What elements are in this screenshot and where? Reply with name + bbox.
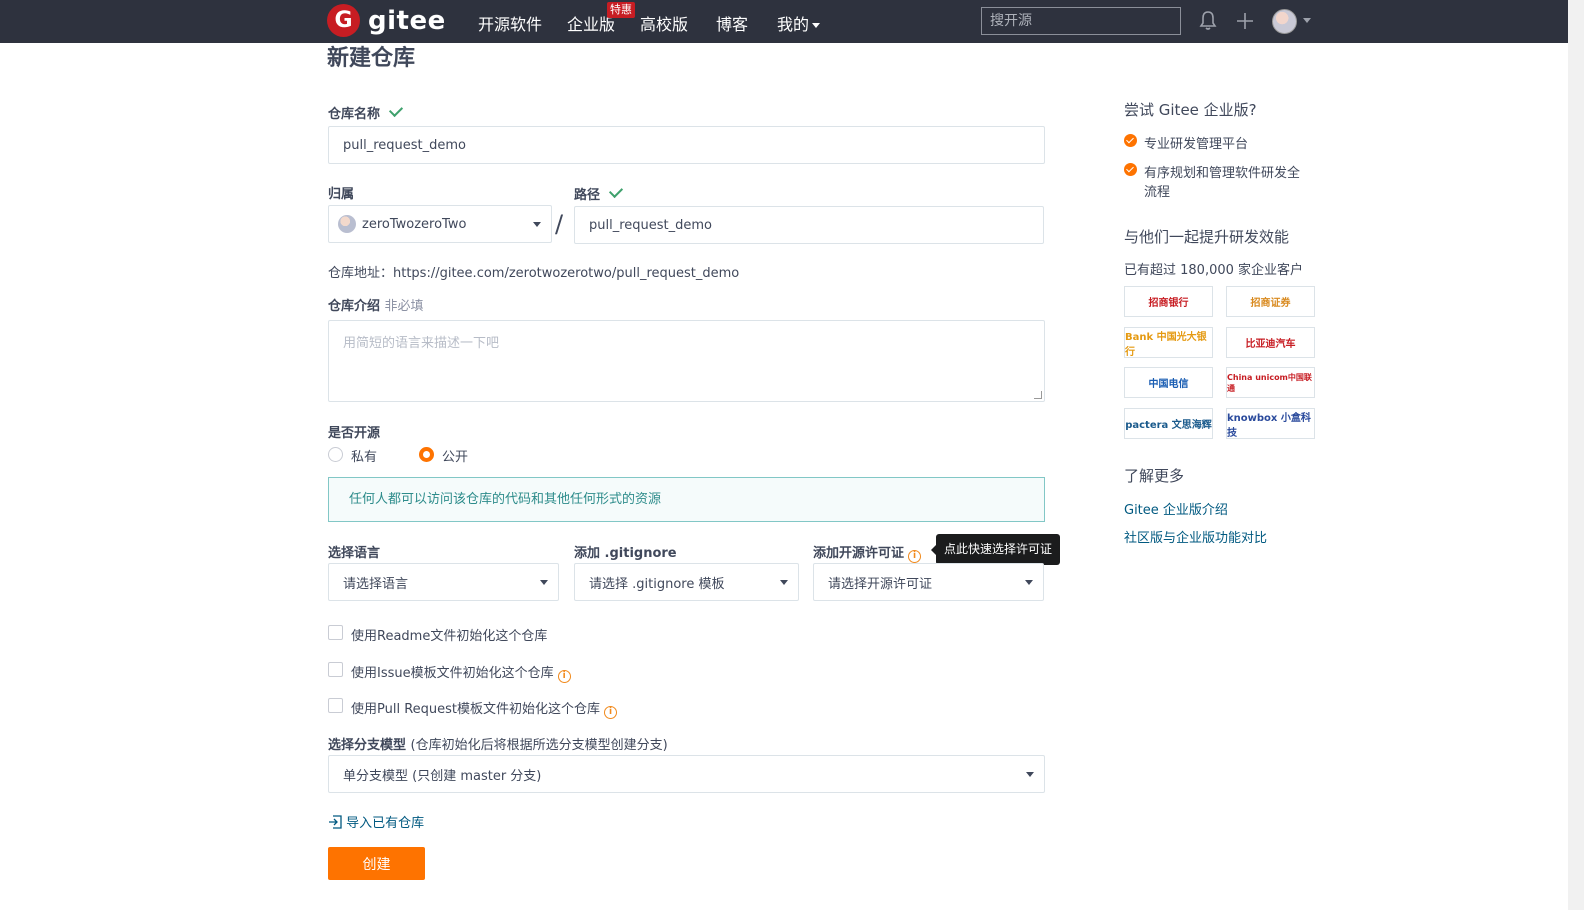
info-icon[interactable]: i <box>557 670 571 683</box>
import-link-text: 导入已有仓库 <box>346 816 425 831</box>
gitee-logo[interactable]: G gitee <box>327 4 446 37</box>
init-issue-checkbox[interactable] <box>328 662 343 677</box>
language-label: 选择语言 <box>328 546 381 561</box>
hot-badge: 特惠 <box>607 2 635 18</box>
info-icon[interactable]: i <box>908 550 922 563</box>
check-icon <box>608 183 624 199</box>
language-value: 请选择语言 <box>343 576 409 592</box>
chevron-down-icon <box>533 222 541 227</box>
avatar-chevron-icon[interactable] <box>1303 18 1311 23</box>
sidebar-more-title: 了解更多 <box>1124 467 1185 485</box>
radio-public-label[interactable]: 公开 <box>442 446 468 465</box>
chevron-down-icon <box>1025 580 1033 585</box>
create-button[interactable]: 创建 <box>328 847 425 880</box>
license-select[interactable]: 请选择开源许可证 <box>813 563 1044 601</box>
nav-education[interactable]: 高校版 <box>640 11 688 35</box>
branch-value: 单分支模型 (只创建 master 分支) <box>343 768 542 784</box>
check-circle-icon <box>1124 163 1137 176</box>
logo-cmb: 招商银行 <box>1124 286 1213 317</box>
bell-icon[interactable] <box>1199 10 1217 32</box>
owner-value: zeroTwozeroTwo <box>362 216 467 232</box>
init-pr-text: 使用Pull Request模板文件初始化这个仓库 <box>351 702 601 717</box>
desc-optional: 非必填 <box>384 299 424 314</box>
check-icon <box>388 102 404 118</box>
repo-name-label-text: 仓库名称 <box>328 107 381 122</box>
repo-name-input[interactable]: pull_request_demo <box>328 126 1045 164</box>
import-icon <box>329 815 342 829</box>
check-circle-icon <box>1124 134 1137 147</box>
radio-public[interactable] <box>419 447 434 462</box>
plus-icon[interactable] <box>1236 12 1254 30</box>
desc-placeholder: 用简短的语言来描述一下吧 <box>343 336 500 351</box>
sidebar-together-title: 与他们一起提升研发效能 <box>1124 228 1290 246</box>
gitignore-value: 请选择 .gitignore 模板 <box>589 576 725 592</box>
path-separator: / <box>555 210 564 238</box>
gitee-logo-icon: G <box>327 4 360 37</box>
chevron-down-icon <box>780 580 788 585</box>
page-title: 新建仓库 <box>327 46 416 71</box>
feature-1: 专业研发管理平台 <box>1144 137 1249 152</box>
branch-hint: (仓库初始化后将根据所选分支模型创建分支) <box>410 738 668 753</box>
branch-label: 选择分支模型 (仓库初始化后将根据所选分支模型创建分支) <box>328 734 668 753</box>
customer-count: 已有超过 180,000 家企业客户 <box>1124 263 1304 278</box>
owner-label: 归属 <box>328 187 355 202</box>
license-value: 请选择开源许可证 <box>828 576 933 592</box>
search-input[interactable]: 搜开源 <box>981 7 1181 35</box>
desc-label-text: 仓库介绍 <box>328 299 381 314</box>
top-nav: G gitee 开源软件 企业版 特惠 高校版 博客 我的 搜开源 <box>0 0 1568 43</box>
chevron-down-icon <box>812 23 821 28</box>
logo-knowbox: knowbox 小盒科技 <box>1226 408 1315 439</box>
path-label-text: 路径 <box>574 188 601 203</box>
chevron-down-icon <box>540 580 548 585</box>
visibility-label: 是否开源 <box>328 426 381 441</box>
license-label: 添加开源许可证 i <box>813 542 922 563</box>
feature-2: 有序规划和管理软件研发全 <box>1144 166 1301 181</box>
radio-private-label[interactable]: 私有 <box>351 446 377 465</box>
branch-model-select[interactable]: 单分支模型 (只创建 master 分支) <box>328 755 1045 793</box>
nav-blog[interactable]: 博客 <box>716 11 748 35</box>
gitignore-label: 添加 .gitignore <box>574 546 677 561</box>
init-readme-label[interactable]: 使用Readme文件初始化这个仓库 <box>351 625 547 644</box>
license-label-text: 添加开源许可证 <box>813 546 905 561</box>
chevron-down-icon <box>1026 772 1034 777</box>
description-textarea[interactable]: 用简短的语言来描述一下吧 <box>328 320 1045 402</box>
init-readme-checkbox[interactable] <box>328 625 343 640</box>
license-tooltip: 点此快速选择许可证 <box>930 534 1061 565</box>
logo-chinaunicom: China unicom中国联通 <box>1226 367 1315 398</box>
gitignore-select[interactable]: 请选择 .gitignore 模板 <box>574 563 799 601</box>
logo-byd: 比亚迪汽车 <box>1226 327 1315 358</box>
nav-mine-label: 我的 <box>777 15 810 34</box>
resize-handle-icon[interactable] <box>1034 391 1042 399</box>
avatar[interactable] <box>1272 9 1297 34</box>
logo-pactera: pactera 文思海辉 <box>1124 408 1213 439</box>
init-issue-label[interactable]: 使用Issue模板文件初始化这个仓库 i <box>351 662 571 683</box>
desc-label: 仓库介绍 非必填 <box>328 295 424 314</box>
info-icon[interactable]: i <box>604 706 618 719</box>
logo-ceb: Bank 中国光大银行 <box>1124 327 1213 358</box>
feature-2-cont: 流程 <box>1144 185 1171 200</box>
owner-avatar <box>338 215 356 233</box>
import-repo-link[interactable]: 导入已有仓库 <box>328 812 424 831</box>
visibility-notice: 任何人都可以访问该仓库的代码和其他任何形式的资源 <box>328 477 1045 522</box>
init-issue-text: 使用Issue模板文件初始化这个仓库 <box>351 666 554 681</box>
branch-label-text: 选择分支模型 <box>328 738 407 753</box>
radio-private[interactable] <box>328 447 343 462</box>
logo-cmschina: 招商证券 <box>1226 286 1315 317</box>
repo-name-label: 仓库名称 <box>328 102 404 122</box>
path-label: 路径 <box>574 183 624 203</box>
nav-open-source[interactable]: 开源软件 <box>478 11 542 35</box>
owner-select[interactable]: zeroTwozeroTwo <box>328 205 552 243</box>
sidebar-try-title: 尝试 Gitee 企业版? <box>1124 101 1257 119</box>
link-edition-compare[interactable]: 社区版与企业版功能对比 <box>1124 527 1267 546</box>
logo-text: gitee <box>368 5 446 36</box>
path-input[interactable]: pull_request_demo <box>574 206 1044 244</box>
scrollbar[interactable] <box>1568 0 1584 910</box>
logo-chinatelecom: 中国电信 <box>1124 367 1213 398</box>
repo-url: 仓库地址：https://gitee.com/zerotwozerotwo/pu… <box>328 266 740 281</box>
nav-mine[interactable]: 我的 <box>777 11 821 35</box>
init-pr-label[interactable]: 使用Pull Request模板文件初始化这个仓库 i <box>351 698 618 719</box>
init-pr-checkbox[interactable] <box>328 698 343 713</box>
link-enterprise-intro[interactable]: Gitee 企业版介绍 <box>1124 499 1228 518</box>
language-select[interactable]: 请选择语言 <box>328 563 559 601</box>
